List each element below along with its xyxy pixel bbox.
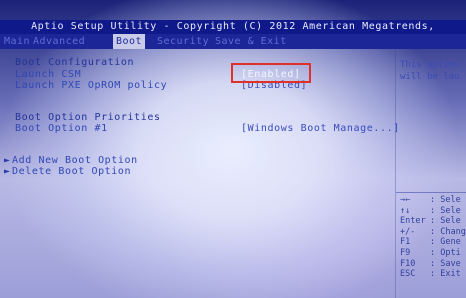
key-row: F1 : Gene <box>400 237 466 248</box>
tab-save-exit[interactable]: Save & Exit <box>215 34 287 49</box>
delete-boot-option-label: Delete Boot Option <box>12 166 132 177</box>
add-new-boot-option-label: Add New Boot Option <box>12 155 138 166</box>
key-desc: : Chang <box>430 226 466 237</box>
help-text: This option will be lau <box>400 59 460 83</box>
add-new-boot-option[interactable]: ►Add New Boot Option <box>4 155 138 166</box>
key-name: ESC <box>400 269 416 280</box>
tab-main[interactable]: Main <box>4 34 30 49</box>
key-name: ↑↓ <box>400 205 411 216</box>
key-legend: →← : Sele ↑↓ : Sele Enter : Sele +/- : Chang… <box>400 195 466 280</box>
key-row: F9 : Opti <box>400 248 466 259</box>
key-desc: : Exit <box>430 269 461 280</box>
key-row: +/- : Chang <box>400 227 466 238</box>
key-name: F1 <box>400 237 411 248</box>
section-boot-configuration: Boot Configuration <box>15 57 135 68</box>
key-desc: : Sele <box>430 205 461 216</box>
help-panel: This option will be lau →← : Sele ↑↓ : Sel… <box>396 49 466 298</box>
launch-csm-label[interactable]: Launch CSM <box>15 69 81 80</box>
key-name: +/- <box>400 226 416 237</box>
boot-settings-panel: Boot Configuration Launch CSM [Enabled] … <box>0 49 399 298</box>
key-desc: : Sele <box>430 216 461 227</box>
bios-screen: Aptio Setup Utility - Copyright (C) 2012… <box>0 0 466 298</box>
title-bar: Aptio Setup Utility - Copyright (C) 2012… <box>0 20 466 34</box>
key-row: Enter : Sele <box>400 216 466 227</box>
tab-advanced[interactable]: Advanced <box>33 34 85 49</box>
key-name: Enter <box>400 216 426 227</box>
key-desc: : Save <box>430 258 461 269</box>
boot-option-1-value[interactable]: [Windows Boot Manage...] <box>241 123 400 134</box>
boot-option-1-label[interactable]: Boot Option #1 <box>15 123 108 134</box>
submenu-arrow-icon: ► <box>4 155 11 166</box>
section-boot-option-priorities: Boot Option Priorities <box>15 112 161 123</box>
key-name: F9 <box>400 247 411 258</box>
key-desc: : Sele <box>430 195 461 205</box>
key-name: →← <box>400 195 411 205</box>
menu-bar: Main Advanced Boot Security Save & Exit <box>0 34 466 49</box>
help-divider <box>396 192 466 193</box>
submenu-arrow-icon: ► <box>4 166 11 177</box>
key-desc: : Opti <box>430 247 461 258</box>
key-row: ↑↓ : Sele <box>400 206 466 217</box>
tab-boot[interactable]: Boot <box>113 34 146 49</box>
delete-boot-option[interactable]: ►Delete Boot Option <box>4 166 131 177</box>
key-row: F10 : Save <box>400 259 466 270</box>
key-name: F10 <box>400 258 416 269</box>
key-desc: : Gene <box>430 237 461 248</box>
help-line-1: This option <box>400 60 460 70</box>
help-line-2: will be lau <box>400 72 460 82</box>
key-row: →← : Sele <box>400 195 466 206</box>
launch-pxe-label[interactable]: Launch PXE OpROM policy <box>15 80 167 91</box>
key-row: ESC : Exit <box>400 269 466 280</box>
tab-security[interactable]: Security <box>157 34 209 49</box>
highlight-box <box>231 63 311 83</box>
